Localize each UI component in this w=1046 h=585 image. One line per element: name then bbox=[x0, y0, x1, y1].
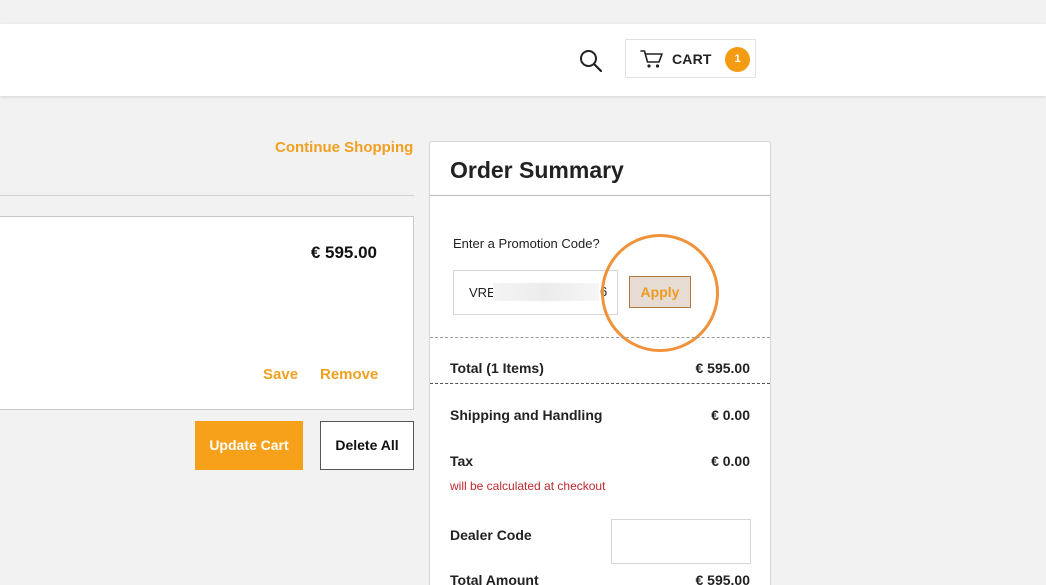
dealer-code-label: Dealer Code bbox=[450, 527, 532, 543]
search-icon bbox=[580, 50, 603, 73]
continue-shopping-link[interactable]: Continue Shopping bbox=[275, 139, 413, 156]
cart-divider bbox=[0, 195, 414, 196]
cart-item: € 595.00 Save Remove bbox=[0, 216, 414, 410]
tax-note: will be calculated at checkout bbox=[450, 479, 606, 493]
summary-dashed-divider bbox=[430, 383, 770, 384]
total-amount-label: Total Amount bbox=[450, 572, 539, 585]
remove-item-link[interactable]: Remove bbox=[320, 366, 378, 383]
cart-label: CART bbox=[672, 51, 712, 67]
shipping-value: € 0.00 bbox=[711, 407, 750, 423]
item-price: € 595.00 bbox=[310, 243, 377, 262]
total-items-value: € 595.00 bbox=[695, 360, 751, 376]
promo-code-redaction bbox=[493, 283, 599, 301]
apply-promo-button[interactable]: Apply bbox=[629, 276, 691, 308]
dealer-code-input[interactable] bbox=[611, 519, 751, 564]
promo-code-value-start: VRE bbox=[469, 285, 496, 300]
promo-code-label: Enter a Promotion Code? bbox=[453, 236, 600, 251]
site-header: CART 1 bbox=[0, 24, 1046, 96]
cart-count-badge: 1 bbox=[725, 47, 750, 72]
total-amount-value: € 595.00 bbox=[695, 572, 751, 585]
shipping-label: Shipping and Handling bbox=[450, 407, 603, 423]
save-item-link[interactable]: Save bbox=[263, 366, 298, 383]
promo-code-value-end: 6 bbox=[600, 284, 608, 299]
summary-divider bbox=[430, 195, 770, 196]
order-summary-panel: Order Summary Enter a Promotion Code? VR… bbox=[429, 141, 771, 585]
cart-icon bbox=[640, 50, 663, 68]
delete-all-button[interactable]: Delete All bbox=[320, 421, 414, 470]
order-summary-title: Order Summary bbox=[450, 157, 624, 183]
update-cart-button[interactable]: Update Cart bbox=[195, 421, 303, 470]
cart-button[interactable]: CART 1 bbox=[625, 39, 756, 78]
total-items-label: Total (1 Items) bbox=[450, 360, 544, 376]
search-button[interactable] bbox=[578, 48, 604, 74]
tax-value: € 0.00 bbox=[711, 453, 750, 469]
summary-dashed-divider bbox=[430, 337, 770, 338]
tax-label: Tax bbox=[450, 453, 474, 469]
